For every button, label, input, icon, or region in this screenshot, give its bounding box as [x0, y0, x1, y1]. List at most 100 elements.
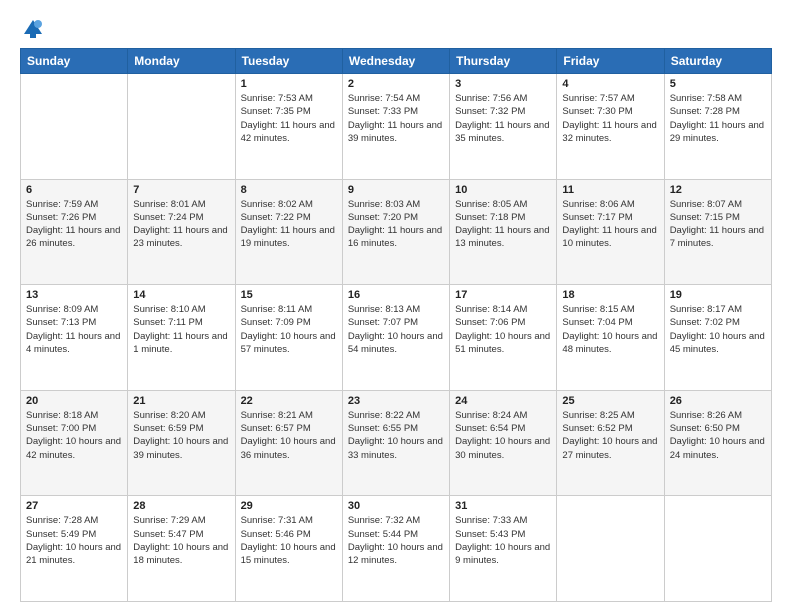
cell-day-number: 6 [26, 184, 122, 196]
calendar-cell: 31 Sunrise: 7:33 AMSunset: 5:43 PMDayligh… [450, 496, 557, 602]
logo [20, 16, 44, 38]
cell-day-number: 20 [26, 395, 122, 407]
calendar-cell: 23 Sunrise: 8:22 AMSunset: 6:55 PMDayligh… [342, 390, 449, 496]
cell-info: Sunrise: 7:54 AMSunset: 7:33 PMDaylight:… [348, 92, 444, 145]
cell-info: Sunrise: 7:29 AMSunset: 5:47 PMDaylight:… [133, 514, 229, 567]
cell-day-number: 21 [133, 395, 229, 407]
cell-info: Sunrise: 7:59 AMSunset: 7:26 PMDaylight:… [26, 198, 122, 251]
page: SundayMondayTuesdayWednesdayThursdayFrid… [0, 0, 792, 612]
logo-icon [22, 16, 44, 38]
cell-info: Sunrise: 7:56 AMSunset: 7:32 PMDaylight:… [455, 92, 551, 145]
cell-day-number: 2 [348, 78, 444, 90]
calendar-cell: 6 Sunrise: 7:59 AMSunset: 7:26 PMDaylight… [21, 179, 128, 285]
calendar-cell: 29 Sunrise: 7:31 AMSunset: 5:46 PMDayligh… [235, 496, 342, 602]
calendar-cell: 26 Sunrise: 8:26 AMSunset: 6:50 PMDayligh… [664, 390, 771, 496]
cell-day-number: 7 [133, 184, 229, 196]
calendar-cell: 5Sunrise: 7:58 AMSunset: 7:28 PMDaylight… [664, 74, 771, 180]
cell-day-number: 28 [133, 500, 229, 512]
calendar-cell: 17Sunrise: 8:14 AMSunset: 7:06 PMDayligh… [450, 285, 557, 391]
cell-info: Sunrise: 7:33 AMSunset: 5:43 PMDaylight:… [455, 514, 551, 567]
cell-info: Sunrise: 8:07 AMSunset: 7:15 PMDaylight:… [670, 198, 766, 251]
calendar-header-thursday: Thursday [450, 49, 557, 74]
cell-info: Sunrise: 7:57 AMSunset: 7:30 PMDaylight:… [562, 92, 658, 145]
cell-day-number: 18 [562, 289, 658, 301]
cell-info: Sunrise: 8:25 AMSunset: 6:52 PMDaylight:… [562, 409, 658, 462]
cell-day-number: 10 [455, 184, 551, 196]
calendar-cell: 25 Sunrise: 8:25 AMSunset: 6:52 PMDayligh… [557, 390, 664, 496]
cell-day-number: 29 [241, 500, 337, 512]
cell-info: Sunrise: 8:24 AMSunset: 6:54 PMDaylight:… [455, 409, 551, 462]
cell-info: Sunrise: 8:10 AMSunset: 7:11 PMDaylight:… [133, 303, 229, 356]
calendar-header-sunday: Sunday [21, 49, 128, 74]
cell-info: Sunrise: 8:01 AMSunset: 7:24 PMDaylight:… [133, 198, 229, 251]
cell-day-number: 13 [26, 289, 122, 301]
calendar-cell: 20 Sunrise: 8:18 AMSunset: 7:00 PMDayligh… [21, 390, 128, 496]
cell-info: Sunrise: 7:53 AMSunset: 7:35 PMDaylight:… [241, 92, 337, 145]
calendar-cell: 1 Sunrise: 7:53 AMSunset: 7:35 PMDaylight… [235, 74, 342, 180]
cell-day-number: 17 [455, 289, 551, 301]
calendar-cell: 30Sunrise: 7:32 AMSunset: 5:44 PMDayligh… [342, 496, 449, 602]
cell-info: Sunrise: 8:09 AMSunset: 7:13 PMDaylight:… [26, 303, 122, 356]
calendar-cell: 10 Sunrise: 8:05 AMSunset: 7:18 PMDayligh… [450, 179, 557, 285]
cell-day-number: 14 [133, 289, 229, 301]
calendar-header-tuesday: Tuesday [235, 49, 342, 74]
calendar-header-monday: Monday [128, 49, 235, 74]
calendar-cell: 3 Sunrise: 7:56 AMSunset: 7:32 PMDaylight… [450, 74, 557, 180]
calendar-cell [21, 74, 128, 180]
cell-day-number: 4 [562, 78, 658, 90]
cell-day-number: 5 [670, 78, 766, 90]
header [20, 16, 772, 38]
calendar-cell: 16Sunrise: 8:13 AMSunset: 7:07 PMDayligh… [342, 285, 449, 391]
cell-info: Sunrise: 8:17 AMSunset: 7:02 PMDaylight:… [670, 303, 766, 356]
cell-day-number: 15 [241, 289, 337, 301]
calendar-cell: 8 Sunrise: 8:02 AMSunset: 7:22 PMDaylight… [235, 179, 342, 285]
calendar-cell: 24Sunrise: 8:24 AMSunset: 6:54 PMDayligh… [450, 390, 557, 496]
calendar-cell: 12 Sunrise: 8:07 AMSunset: 7:15 PMDayligh… [664, 179, 771, 285]
cell-info: Sunrise: 8:22 AMSunset: 6:55 PMDaylight:… [348, 409, 444, 462]
cell-day-number: 1 [241, 78, 337, 90]
calendar-cell: 11 Sunrise: 8:06 AMSunset: 7:17 PMDayligh… [557, 179, 664, 285]
cell-day-number: 3 [455, 78, 551, 90]
cell-info: Sunrise: 8:06 AMSunset: 7:17 PMDaylight:… [562, 198, 658, 251]
calendar-cell: 19 Sunrise: 8:17 AMSunset: 7:02 PMDayligh… [664, 285, 771, 391]
calendar-cell [664, 496, 771, 602]
calendar-header-friday: Friday [557, 49, 664, 74]
cell-day-number: 11 [562, 184, 658, 196]
cell-info: Sunrise: 8:21 AMSunset: 6:57 PMDaylight:… [241, 409, 337, 462]
cell-info: Sunrise: 8:05 AMSunset: 7:18 PMDaylight:… [455, 198, 551, 251]
cell-info: Sunrise: 8:15 AMSunset: 7:04 PMDaylight:… [562, 303, 658, 356]
cell-day-number: 8 [241, 184, 337, 196]
cell-day-number: 31 [455, 500, 551, 512]
calendar-cell: 2 Sunrise: 7:54 AMSunset: 7:33 PMDaylight… [342, 74, 449, 180]
calendar-cell: 7 Sunrise: 8:01 AMSunset: 7:24 PMDaylight… [128, 179, 235, 285]
cell-info: Sunrise: 8:02 AMSunset: 7:22 PMDaylight:… [241, 198, 337, 251]
cell-day-number: 25 [562, 395, 658, 407]
cell-info: Sunrise: 7:31 AMSunset: 5:46 PMDaylight:… [241, 514, 337, 567]
calendar-cell: 28 Sunrise: 7:29 AMSunset: 5:47 PMDayligh… [128, 496, 235, 602]
cell-info: Sunrise: 8:11 AMSunset: 7:09 PMDaylight:… [241, 303, 337, 356]
calendar-cell [557, 496, 664, 602]
cell-info: Sunrise: 8:26 AMSunset: 6:50 PMDaylight:… [670, 409, 766, 462]
calendar-cell: 4 Sunrise: 7:57 AMSunset: 7:30 PMDaylight… [557, 74, 664, 180]
cell-info: Sunrise: 8:13 AMSunset: 7:07 PMDaylight:… [348, 303, 444, 356]
calendar-cell: 9 Sunrise: 8:03 AMSunset: 7:20 PMDaylight… [342, 179, 449, 285]
cell-day-number: 30 [348, 500, 444, 512]
cell-info: Sunrise: 8:18 AMSunset: 7:00 PMDaylight:… [26, 409, 122, 462]
cell-day-number: 22 [241, 395, 337, 407]
cell-info: Sunrise: 8:03 AMSunset: 7:20 PMDaylight:… [348, 198, 444, 251]
calendar-table: SundayMondayTuesdayWednesdayThursdayFrid… [20, 48, 772, 602]
cell-info: Sunrise: 7:28 AMSunset: 5:49 PMDaylight:… [26, 514, 122, 567]
calendar-header-saturday: Saturday [664, 49, 771, 74]
cell-day-number: 26 [670, 395, 766, 407]
calendar-cell: 27 Sunrise: 7:28 AMSunset: 5:49 PMDayligh… [21, 496, 128, 602]
cell-day-number: 12 [670, 184, 766, 196]
calendar-cell: 22 Sunrise: 8:21 AMSunset: 6:57 PMDayligh… [235, 390, 342, 496]
calendar-header-wednesday: Wednesday [342, 49, 449, 74]
calendar-cell: 18 Sunrise: 8:15 AMSunset: 7:04 PMDayligh… [557, 285, 664, 391]
calendar-cell: 15 Sunrise: 8:11 AMSunset: 7:09 PMDayligh… [235, 285, 342, 391]
cell-day-number: 23 [348, 395, 444, 407]
cell-day-number: 9 [348, 184, 444, 196]
cell-day-number: 19 [670, 289, 766, 301]
calendar-cell [128, 74, 235, 180]
cell-day-number: 27 [26, 500, 122, 512]
